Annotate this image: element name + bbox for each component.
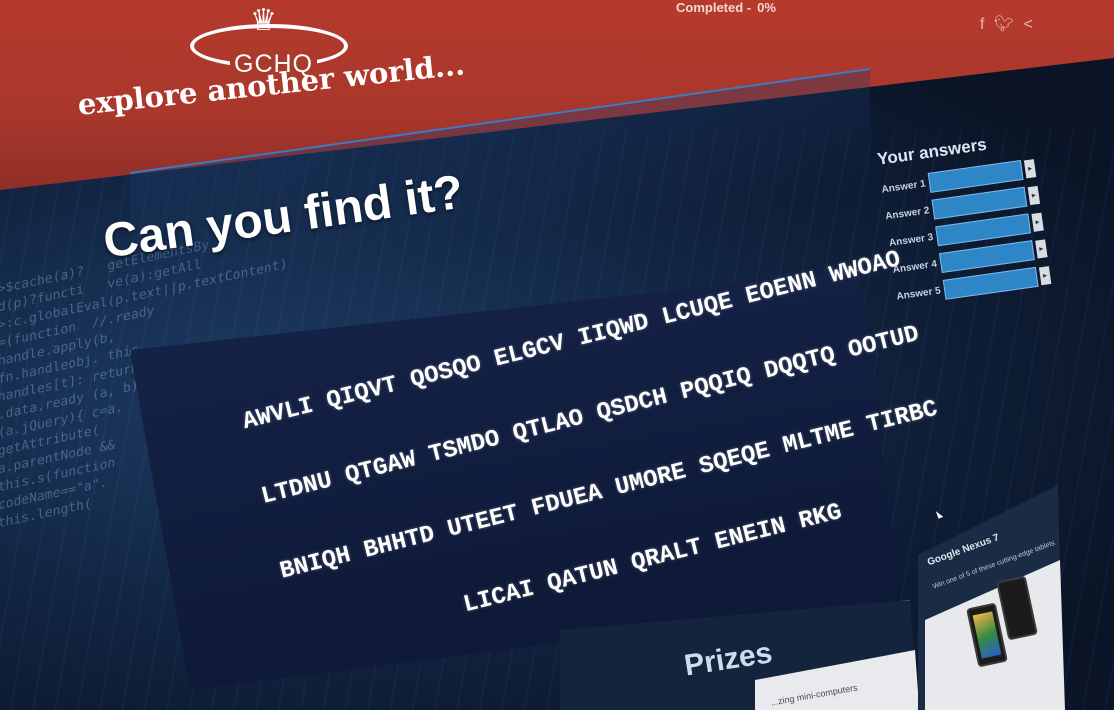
answer-submit-button[interactable]: ▸	[1038, 266, 1052, 286]
answers-panel: Your answers Answer 1 ▸ Answer 2 ▸ Answe…	[876, 126, 1075, 368]
answer-label: Answer 5	[895, 284, 942, 303]
answer-label: Answer 2	[884, 204, 931, 222]
twitter-icon[interactable]: 🐦︎	[994, 14, 1014, 34]
answer-submit-button[interactable]: ▸	[1031, 212, 1044, 232]
facebook-icon[interactable]: f	[980, 16, 984, 34]
answer-submit-button[interactable]: ▸	[1035, 239, 1048, 259]
crown-icon: ♛	[250, 4, 277, 37]
cipher-line: BNIQH BHHTD UTEET FDUEA UMORE SQEQE MLTM…	[277, 395, 941, 586]
share-icon[interactable]: <	[1024, 16, 1033, 34]
social-links: f 🐦︎ <	[980, 14, 1038, 34]
answer-submit-button[interactable]: ▸	[1023, 159, 1037, 179]
answer-label: Answer 4	[892, 258, 938, 276]
answer-submit-button[interactable]: ▸	[1027, 185, 1041, 206]
progress-indicator: Completed - 0%	[676, 0, 782, 15]
answer-label: Answer 1	[880, 177, 927, 196]
progress-value: 0%	[757, 0, 776, 15]
progress-label: Completed -	[676, 0, 752, 15]
answer-label: Answer 3	[888, 231, 934, 249]
